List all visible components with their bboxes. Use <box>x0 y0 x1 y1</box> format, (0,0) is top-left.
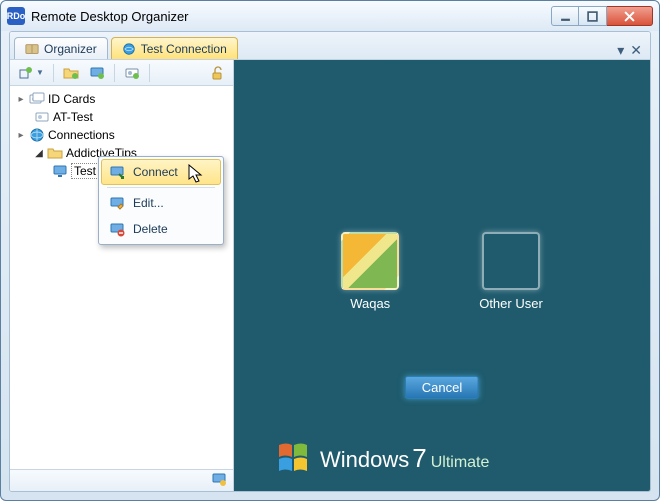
maximize-button[interactable] <box>579 6 607 26</box>
tree-label: Connections <box>48 128 115 142</box>
menu-label: Delete <box>133 222 168 236</box>
remote-desktop-view[interactable]: Waqas Other User Cancel <box>234 60 650 491</box>
idcards-icon <box>29 91 45 107</box>
new-dropdown-button[interactable]: ▼ <box>14 63 48 83</box>
status-monitor-icon <box>211 471 227 490</box>
user-name-label: Other User <box>479 296 543 311</box>
globe-icon <box>29 127 45 143</box>
tab-test-connection[interactable]: Test Connection <box>111 37 238 59</box>
idcard-icon <box>34 109 50 125</box>
user-tiles: Waqas Other User <box>234 232 650 311</box>
tree-view[interactable]: ▸ ID Cards AT-Test ▸ <box>10 86 233 469</box>
tree-label: AT-Test <box>53 110 93 124</box>
monitor-icon <box>52 163 68 179</box>
edit-icon <box>109 195 125 211</box>
user-other[interactable]: Other User <box>479 232 543 311</box>
windows-branding: Windows7Ultimate <box>276 441 489 475</box>
app-icon: RDo <box>7 7 25 25</box>
separator <box>53 64 54 82</box>
menu-edit[interactable]: Edit... <box>101 190 221 216</box>
expander-icon[interactable]: ▸ <box>16 130 26 141</box>
tabstrip-menu-icon[interactable]: ▾ <box>617 42 624 59</box>
tab-label: Test Connection <box>141 42 227 56</box>
chevron-down-icon: ▼ <box>36 68 44 77</box>
avatar <box>482 232 540 290</box>
separator <box>149 64 150 82</box>
new-idcard-button[interactable] <box>120 63 144 83</box>
cancel-button[interactable]: Cancel <box>405 376 479 399</box>
tabstrip-close-icon[interactable]: ✕ <box>630 42 642 59</box>
content-frame: Organizer Test Connection ▾ ✕ ▼ <box>9 31 651 492</box>
close-button[interactable] <box>607 6 653 26</box>
new-folder-button[interactable] <box>59 63 83 83</box>
menu-label: Edit... <box>133 196 164 210</box>
delete-icon <box>109 221 125 237</box>
sidebar-toolbar: ▼ <box>10 60 233 86</box>
user-name-label: Waqas <box>350 296 390 311</box>
expander-icon[interactable]: ▸ <box>16 94 26 105</box>
new-connection-button[interactable] <box>85 63 109 83</box>
separator <box>114 64 115 82</box>
app-window: RDo Remote Desktop Organizer Organizer <box>0 0 660 501</box>
menu-connect[interactable]: Connect <box>101 159 221 185</box>
tree-label: ID Cards <box>48 92 95 106</box>
organizer-icon <box>25 42 39 56</box>
menu-delete[interactable]: Delete <box>101 216 221 242</box>
connect-icon <box>109 164 125 180</box>
window-title: Remote Desktop Organizer <box>31 9 551 24</box>
titlebar: RDo Remote Desktop Organizer <box>1 1 659 31</box>
menu-label: Connect <box>133 165 178 179</box>
sidebar-statusbar <box>10 469 233 491</box>
avatar <box>341 232 399 290</box>
folder-icon <box>47 145 63 161</box>
workspace: ▼ <box>10 60 650 491</box>
window-controls <box>551 6 653 26</box>
menu-separator <box>107 187 215 188</box>
user-waqas[interactable]: Waqas <box>341 232 399 311</box>
tree-node-idcards[interactable]: ▸ ID Cards <box>12 90 231 108</box>
unlock-button[interactable] <box>205 63 229 83</box>
windows-logo-icon <box>276 441 310 475</box>
tabstrip: Organizer Test Connection ▾ ✕ <box>10 32 650 60</box>
tree-node-at-test[interactable]: AT-Test <box>12 108 231 126</box>
sidebar: ▼ <box>10 60 234 491</box>
tree-node-connections[interactable]: ▸ Connections <box>12 126 231 144</box>
brand-text: Windows7Ultimate <box>320 443 489 474</box>
expander-icon[interactable]: ◢ <box>34 148 44 159</box>
tab-label: Organizer <box>44 42 97 56</box>
tab-organizer[interactable]: Organizer <box>14 37 108 59</box>
context-menu: Connect Edit... <box>98 156 224 245</box>
connection-icon <box>122 42 136 56</box>
minimize-button[interactable] <box>551 6 579 26</box>
